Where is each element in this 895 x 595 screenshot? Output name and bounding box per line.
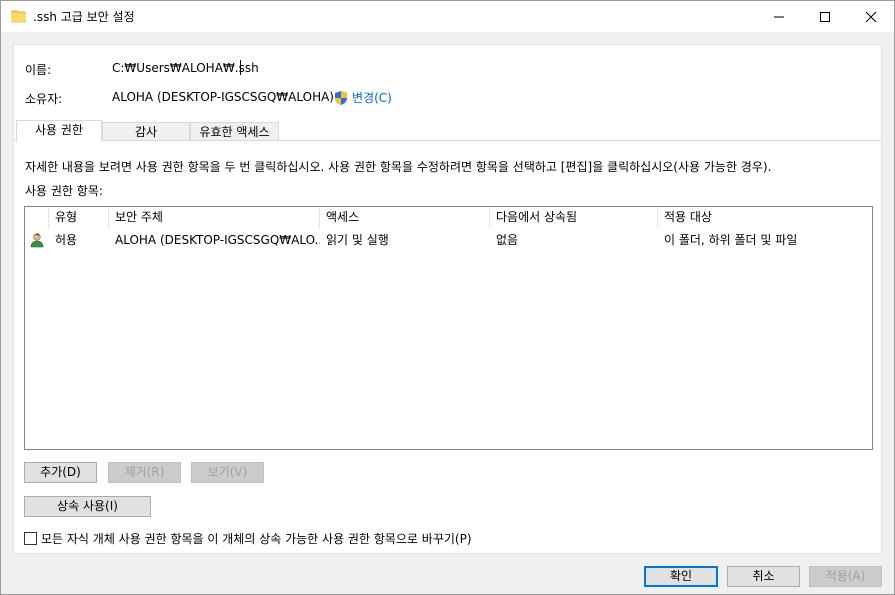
add-button[interactable]: 추가(D) — [24, 462, 97, 483]
change-link-text[interactable]: 변경(C) — [352, 89, 392, 106]
column-header-inherited-from[interactable]: 다음에서 상속됨 — [490, 207, 658, 229]
enable-inheritance-button[interactable]: 상속 사용(I) — [24, 496, 151, 517]
column-header-applies-to[interactable]: 적용 대상 — [658, 207, 872, 229]
change-owner-link[interactable]: 변경(C) — [333, 89, 392, 106]
content-panel: 이름: C:₩Users₩ALOHA₩.ssh 소유자: ALOHA (DESK… — [13, 44, 882, 554]
replace-child-permissions-checkbox[interactable] — [24, 532, 37, 545]
column-header-icon — [25, 207, 49, 229]
replace-child-permissions-label[interactable]: 모든 자식 개체 사용 권한 항목을 이 개체의 상속 가능한 사용 권한 항목… — [41, 530, 472, 547]
close-icon — [865, 11, 877, 22]
folder-icon — [11, 8, 27, 24]
name-label: 이름: — [25, 63, 52, 77]
tab-label: 감사 — [134, 125, 158, 139]
entry-principal: ALOHA (DESKTOP-IGSCSGQ₩ALO... — [115, 233, 320, 247]
column-header-access[interactable]: 액세스 — [320, 207, 490, 229]
entry-type: 허용 — [55, 233, 78, 247]
view-button[interactable]: 보기(V) — [191, 462, 264, 483]
entry-applies-to: 이 폴더, 하위 폴더 및 파일 — [664, 233, 798, 247]
list-header: 유형 보안 주체 액세스 다음에서 상속됨 적용 대상 — [25, 207, 872, 229]
minimize-icon — [774, 16, 784, 17]
maximize-button[interactable] — [802, 1, 848, 32]
owner-label: 소유자: — [25, 92, 63, 106]
minimize-button[interactable] — [756, 1, 802, 32]
maximize-icon — [820, 11, 830, 22]
cancel-button[interactable]: 취소 — [727, 566, 800, 587]
tab-permissions[interactable]: 사용 권한 — [16, 120, 102, 142]
tab-label: 유효한 액세스 — [199, 125, 270, 139]
owner-value: ALOHA (DESKTOP-IGSCSGQ₩ALOHA) — [112, 90, 334, 104]
tab-auditing[interactable]: 감사 — [102, 122, 190, 141]
column-header-principal[interactable]: 보안 주체 — [109, 207, 320, 229]
permission-entries-list[interactable]: 유형 보안 주체 액세스 다음에서 상속됨 적용 대상 허용 ALOHA (DE… — [24, 206, 873, 450]
window-title: .ssh 고급 보안 설정 — [33, 10, 135, 24]
uac-shield-icon — [333, 90, 349, 106]
ok-button[interactable]: 확인 — [644, 566, 718, 587]
instructions-text: 자세한 내용을 보려면 사용 권한 항목을 두 번 클릭하십시오. 사용 권한 … — [25, 160, 772, 174]
tab-label: 사용 권한 — [35, 123, 83, 137]
entry-access: 읽기 및 실행 — [326, 233, 389, 247]
apply-button[interactable]: 적용(A) — [809, 566, 882, 587]
tab-effective-access[interactable]: 유효한 액세스 — [190, 122, 279, 141]
close-button[interactable] — [848, 1, 894, 32]
text-caret — [240, 60, 241, 75]
column-header-type[interactable]: 유형 — [49, 207, 109, 229]
permission-entry-row[interactable]: 허용 ALOHA (DESKTOP-IGSCSGQ₩ALO... 읽기 및 실행… — [25, 229, 872, 251]
entry-inherited-from: 없음 — [496, 233, 519, 247]
name-value[interactable]: C:₩Users₩ALOHA₩.ssh — [112, 61, 259, 75]
advanced-security-window: .ssh 고급 보안 설정 이름: C:₩Users₩ALOHA₩.ssh 소유… — [0, 0, 895, 595]
title-bar[interactable]: .ssh 고급 보안 설정 — [1, 1, 894, 32]
tab-divider — [14, 140, 881, 141]
remove-button[interactable]: 제거(R) — [108, 462, 181, 483]
permission-entries-label: 사용 권한 항목: — [25, 184, 103, 198]
user-icon — [29, 232, 45, 248]
